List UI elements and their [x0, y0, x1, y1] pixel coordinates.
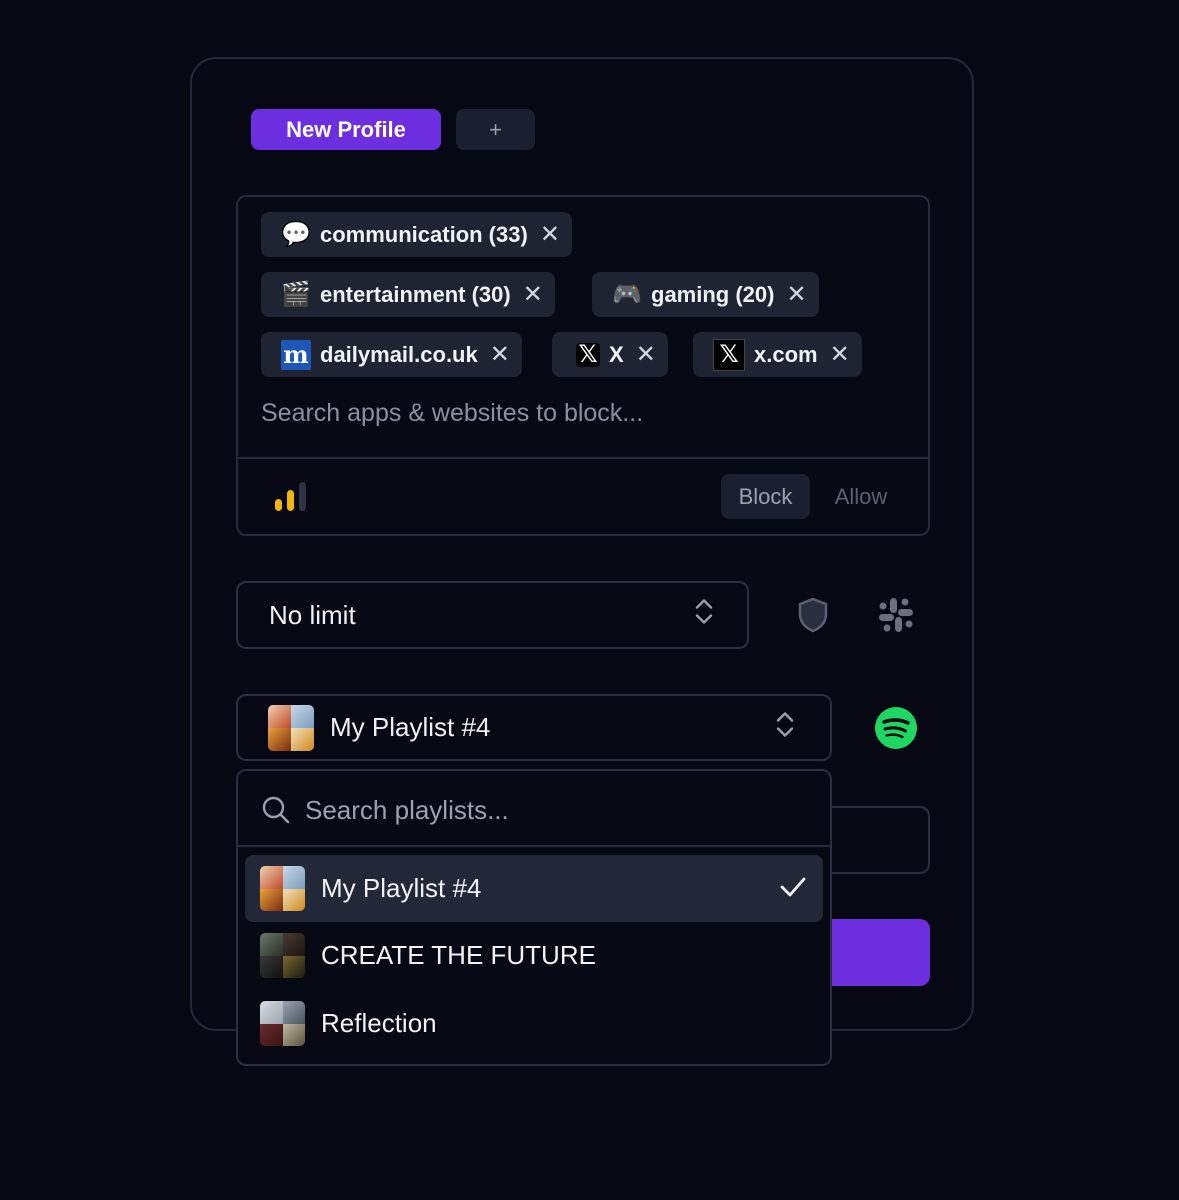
playlist-search-input[interactable] — [305, 790, 805, 830]
strength-bars-icon[interactable] — [275, 482, 307, 512]
remove-chip-icon[interactable]: ✕ — [830, 340, 850, 369]
clapper-board-icon: 🎬 — [281, 281, 311, 308]
playlist-select[interactable]: My Playlist #4 — [236, 694, 832, 761]
divider — [238, 457, 928, 459]
limit-select[interactable]: No limit — [236, 581, 749, 649]
chip-label: gaming (20) — [651, 281, 775, 307]
chip-x-app: 𝕏 X ✕ — [552, 332, 668, 377]
playlist-option-label: CREATE THE FUTURE — [321, 940, 596, 970]
playlist-cover-image — [260, 1001, 305, 1046]
x-logo-icon: 𝕏 — [713, 338, 745, 371]
checkmark-icon — [779, 875, 807, 906]
remove-chip-icon[interactable]: ✕ — [540, 220, 560, 249]
allow-mode-button[interactable]: Allow — [818, 474, 904, 519]
chip-label: X — [609, 341, 624, 367]
remove-chip-icon[interactable]: ✕ — [636, 340, 656, 369]
remove-chip-icon[interactable]: ✕ — [786, 280, 806, 309]
chip-label: communication (33) — [320, 221, 528, 247]
chip-entertainment: 🎬 entertainment (30) ✕ — [261, 272, 555, 317]
add-profile-button[interactable]: + — [456, 109, 535, 150]
remove-chip-icon[interactable]: ✕ — [490, 340, 510, 369]
remove-chip-icon[interactable]: ✕ — [523, 280, 543, 309]
playlist-select-value: My Playlist #4 — [330, 712, 491, 742]
chip-label: x.com — [754, 341, 818, 367]
chevron-up-down-icon — [695, 598, 713, 633]
spotify-icon[interactable] — [874, 706, 918, 750]
game-controller-icon: 🎮 — [612, 281, 642, 308]
block-search-input[interactable] — [261, 393, 881, 433]
limit-select-value: No limit — [269, 599, 356, 630]
playlist-option[interactable]: CREATE THE FUTURE — [245, 922, 823, 989]
speech-bubble-icon: 💬 — [281, 221, 311, 248]
playlist-cover-image — [260, 866, 305, 911]
tab-new-profile[interactable]: New Profile — [251, 109, 441, 150]
search-icon — [261, 795, 291, 825]
chip-x-com: 𝕏 x.com ✕ — [693, 332, 862, 377]
chip-label: entertainment (30) — [320, 281, 511, 307]
chip-communication: 💬 communication (33) ✕ — [261, 212, 572, 257]
playlist-cover-image — [268, 704, 314, 751]
chip-gaming: 🎮 gaming (20) ✕ — [592, 272, 819, 317]
slack-icon[interactable] — [878, 597, 914, 633]
block-mode-button[interactable]: Block — [721, 474, 810, 519]
shield-icon[interactable] — [797, 597, 829, 633]
dailymail-logo-icon: m — [281, 339, 311, 370]
playlist-option[interactable]: Reflection — [245, 990, 823, 1057]
playlist-option-label: My Playlist #4 — [321, 873, 482, 903]
chevron-up-down-icon — [776, 710, 794, 745]
playlist-cover-image — [260, 933, 305, 978]
divider — [238, 845, 830, 847]
x-logo-icon: 𝕏 — [576, 341, 600, 368]
chip-dailymail: m dailymail.co.uk ✕ — [261, 332, 522, 377]
chip-label: dailymail.co.uk — [320, 341, 478, 367]
playlist-option[interactable]: My Playlist #4 — [245, 855, 823, 922]
playlist-option-label: Reflection — [321, 1008, 437, 1038]
